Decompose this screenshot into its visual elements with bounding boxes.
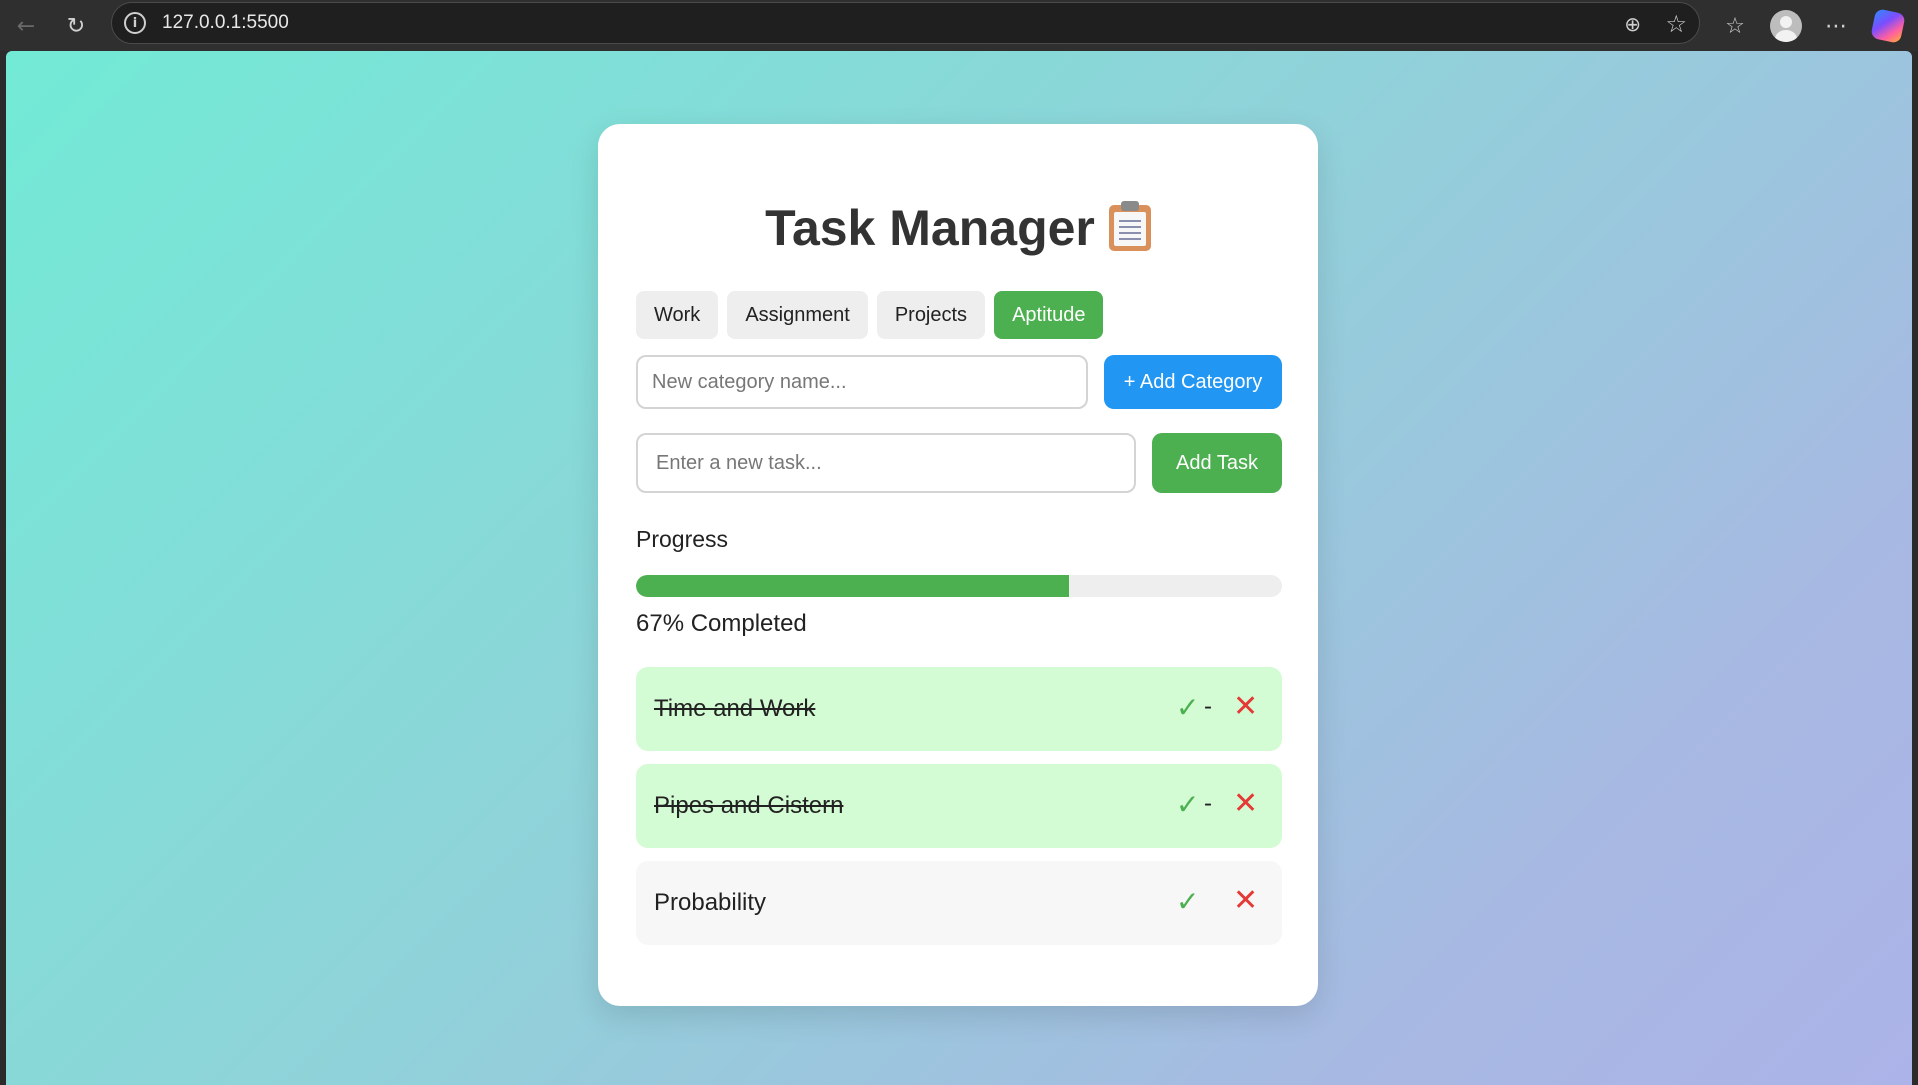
clipboard-icon	[1108, 201, 1151, 251]
progress-text: 67% Completed	[636, 610, 807, 637]
task-dash: -	[1204, 693, 1212, 720]
page-title: Task Manager	[598, 199, 1318, 257]
page-title-text: Task Manager	[765, 200, 1095, 256]
progress-bar	[636, 575, 1282, 597]
category-tabs: Work Assignment Projects Aptitude	[636, 291, 1104, 339]
site-info-icon[interactable]: i	[124, 12, 146, 34]
task-name: Time and Work	[654, 695, 816, 722]
favorites-icon[interactable]: ☆	[1717, 8, 1753, 44]
task-item: Time and Work ✓ - ✕	[636, 667, 1282, 751]
complete-check-icon[interactable]: ✓	[1176, 788, 1199, 821]
category-tab-work[interactable]: Work	[636, 291, 719, 339]
new-category-input[interactable]	[636, 355, 1088, 409]
delete-x-icon[interactable]: ✕	[1233, 883, 1258, 918]
reload-icon[interactable]: ↻	[58, 8, 94, 44]
task-name: Probability	[654, 889, 767, 916]
add-task-button[interactable]: Add Task	[1152, 433, 1282, 493]
add-category-button[interactable]: + Add Category	[1104, 355, 1282, 409]
page-background: Task Manager Work Assignment Projects Ap…	[6, 51, 1912, 1085]
avatar-icon	[1770, 10, 1802, 42]
complete-check-icon[interactable]: ✓	[1176, 691, 1199, 724]
new-task-input[interactable]	[636, 433, 1136, 493]
task-list: Time and Work ✓ - ✕ Pipes and Cistern ✓ …	[636, 667, 1282, 958]
category-tab-assignment[interactable]: Assignment	[727, 291, 868, 339]
address-bar[interactable]: i 127.0.0.1:5500 ⊕ ☆	[111, 2, 1700, 44]
more-options-icon[interactable]: ⋯	[1818, 8, 1854, 44]
copilot-icon[interactable]	[1870, 8, 1906, 44]
favorite-star-icon[interactable]: ☆	[1665, 10, 1687, 38]
profile-avatar[interactable]	[1768, 8, 1804, 44]
category-tab-projects[interactable]: Projects	[876, 291, 986, 339]
category-tab-aptitude[interactable]: Aptitude	[994, 291, 1104, 339]
complete-check-icon[interactable]: ✓	[1176, 885, 1199, 918]
progress-bar-fill	[636, 575, 1069, 597]
zoom-icon[interactable]: ⊕	[1624, 12, 1641, 36]
browser-toolbar: ← ↻ i 127.0.0.1:5500 ⊕ ☆ ☆ ⋯	[0, 0, 1918, 51]
delete-x-icon[interactable]: ✕	[1233, 689, 1258, 724]
task-dash: -	[1204, 790, 1212, 817]
delete-x-icon[interactable]: ✕	[1233, 786, 1258, 821]
task-manager-card: Task Manager Work Assignment Projects Ap…	[598, 124, 1318, 1006]
task-item: Probability ✓ ✕	[636, 861, 1282, 945]
task-name: Pipes and Cistern	[654, 792, 844, 819]
back-arrow-icon[interactable]: ←	[8, 8, 44, 44]
task-item: Pipes and Cistern ✓ - ✕	[636, 764, 1282, 848]
progress-label: Progress	[636, 526, 729, 552]
address-url[interactable]: 127.0.0.1:5500	[162, 12, 289, 34]
